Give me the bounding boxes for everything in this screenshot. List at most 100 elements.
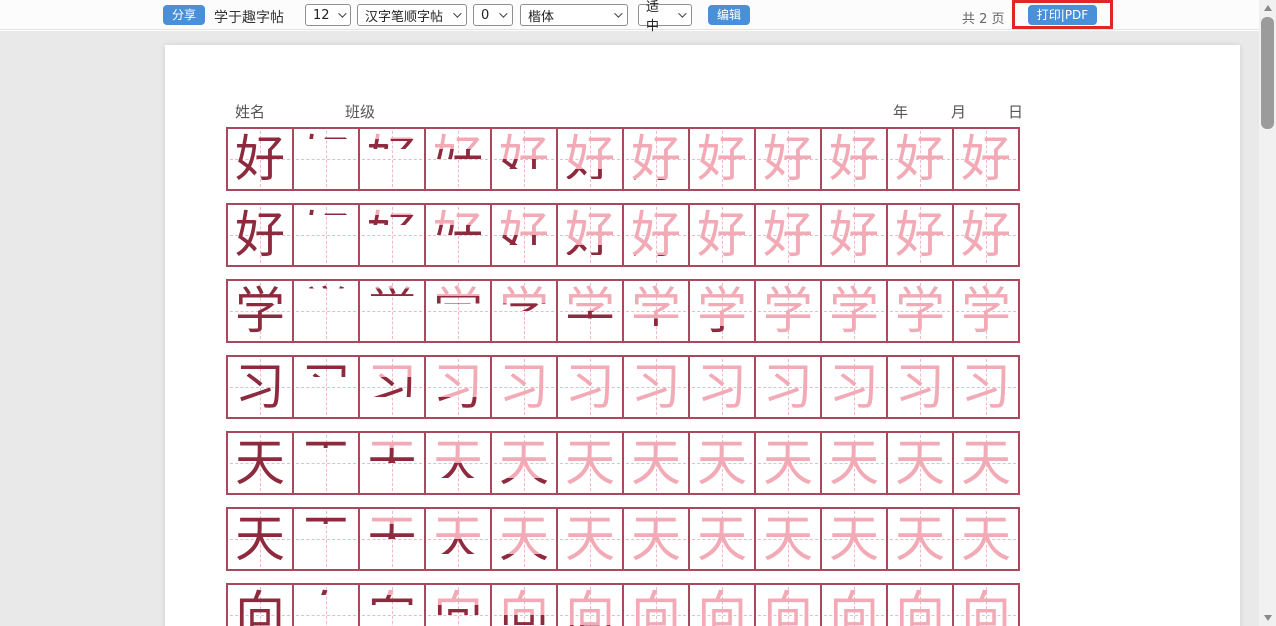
- practice-cell: 习: [490, 355, 558, 419]
- practice-cell: 好好: [622, 203, 690, 267]
- practice-row: 天天天天天天天天天天天天天天天天: [226, 431, 1020, 495]
- practice-cell: 习习: [358, 355, 426, 419]
- practice-cell: 习: [820, 355, 888, 419]
- trace-character: 天: [624, 433, 688, 493]
- practice-cell: 学学: [490, 279, 558, 343]
- trace-character: 好: [690, 205, 754, 265]
- practice-cell: 天: [556, 507, 624, 571]
- practice-cell: 学学: [556, 279, 624, 343]
- year-label: 年: [893, 101, 908, 122]
- trace-character: 天: [888, 433, 952, 493]
- stroke-progress-light: 天: [360, 433, 424, 493]
- trace-character: 天: [756, 433, 820, 493]
- share-button[interactable]: 分享: [163, 5, 205, 25]
- chevron-down-icon: [499, 9, 507, 17]
- practice-cell: 天: [754, 507, 822, 571]
- practice-cell: 天天: [490, 431, 558, 495]
- practice-cell: 习习: [424, 355, 492, 419]
- trace-character: 学: [822, 281, 886, 341]
- practice-cell: 向: [820, 583, 888, 626]
- practice-cell: 天天: [292, 431, 360, 495]
- stroke-progress-light: 好: [360, 205, 424, 265]
- trace-character: 天: [756, 509, 820, 569]
- practice-cell: 向向: [358, 583, 426, 626]
- select-template-type-value: 汉字笔顺字帖: [365, 6, 443, 25]
- trace-character: 好: [954, 205, 1018, 265]
- practice-cell: 习: [688, 355, 756, 419]
- class-label: 班级: [345, 101, 375, 122]
- stroke-progress-light: 好: [360, 129, 424, 189]
- practice-cell: 天: [622, 431, 690, 495]
- trace-character: 向: [954, 585, 1018, 626]
- select-blank-count[interactable]: 0: [473, 4, 513, 26]
- practice-cell: 天天: [490, 507, 558, 571]
- practice-row: 好好好好好好好好好好好好好好好好好好: [226, 203, 1020, 267]
- practice-cell: 好好: [622, 127, 690, 191]
- practice-cell: 天: [688, 431, 756, 495]
- select-font-size-value: 12: [313, 8, 330, 23]
- edit-button[interactable]: 编辑: [708, 5, 750, 25]
- stroke-progress-light: 好: [426, 205, 490, 265]
- example-character: 习: [228, 357, 292, 417]
- practice-row: 向向向向向向向向向向向向向向向向向向: [226, 583, 1020, 626]
- practice-cell: 学: [820, 279, 888, 343]
- stroke-progress-current: 天: [294, 509, 358, 569]
- example-character: 学: [228, 281, 292, 341]
- practice-cell: 好好: [490, 127, 558, 191]
- practice-cell: 好: [952, 203, 1020, 267]
- stroke-progress-light: 学: [294, 281, 358, 341]
- content-area: 姓名 班级 年 月 日 好好好好好好好好好好好好好好好好好好好好好好好好好好好好…: [0, 31, 1276, 626]
- stroke-progress-current: 学: [294, 281, 358, 341]
- stroke-progress-light: 好: [426, 129, 490, 189]
- practice-cell: 习: [556, 355, 624, 419]
- practice-cell: 向向: [556, 583, 624, 626]
- practice-cell: 好: [754, 127, 822, 191]
- practice-cell: 习习: [292, 355, 360, 419]
- example-character: 天: [228, 433, 292, 493]
- chevron-down-icon: [678, 9, 686, 17]
- practice-row: 好好好好好好好好好好好好好好好好好好: [226, 127, 1020, 191]
- trace-character: 向: [822, 585, 886, 626]
- practice-grid: 好好好好好好好好好好好好好好好好好好好好好好好好好好好好好好好好好好好好学学学学…: [226, 127, 1020, 626]
- print-pdf-button[interactable]: 打印|PDF: [1028, 5, 1097, 25]
- month-label: 月: [951, 101, 966, 122]
- trace-character: 好: [756, 205, 820, 265]
- select-blank-count-value: 0: [481, 8, 489, 23]
- practice-cell: 好: [886, 127, 954, 191]
- trace-character: 天: [558, 509, 622, 569]
- stroke-progress-light: 好: [558, 129, 622, 189]
- scroll-up-arrow-icon[interactable]: [1259, 0, 1276, 16]
- trace-character: 天: [558, 433, 622, 493]
- example-character: 好: [228, 129, 292, 189]
- example-character: 好: [228, 205, 292, 265]
- practice-cell: 好好: [556, 127, 624, 191]
- practice-cell: 好: [688, 203, 756, 267]
- chevron-down-icon: [614, 9, 622, 17]
- trace-character: 习: [822, 357, 886, 417]
- scrollbar-thumb[interactable]: [1261, 17, 1274, 129]
- practice-cell: 天: [820, 507, 888, 571]
- select-template-type[interactable]: 汉字笔顺字帖: [357, 4, 467, 26]
- practice-cell: 好好: [292, 127, 360, 191]
- select-font-size[interactable]: 12: [305, 4, 351, 26]
- practice-cell: 向: [226, 583, 294, 626]
- trace-character: 向: [756, 585, 820, 626]
- trace-character: 习: [954, 357, 1018, 417]
- practice-cell: 天天: [424, 431, 492, 495]
- practice-cell: 好好: [358, 127, 426, 191]
- select-spacing[interactable]: 适中: [638, 4, 692, 26]
- stroke-progress-current: 向: [294, 585, 358, 626]
- practice-cell: 学学: [622, 279, 690, 343]
- practice-cell: 向: [952, 583, 1020, 626]
- stroke-progress-current: 学: [360, 281, 424, 341]
- stroke-progress-current: 好: [294, 129, 358, 189]
- select-font-style[interactable]: 楷体: [520, 4, 628, 26]
- stroke-progress-light: 天: [360, 509, 424, 569]
- scrollbar[interactable]: [1259, 0, 1276, 626]
- scroll-down-arrow-icon[interactable]: [1259, 610, 1276, 626]
- trace-character: 习: [558, 357, 622, 417]
- trace-character: 好: [822, 205, 886, 265]
- select-font-style-value: 楷体: [528, 6, 554, 25]
- practice-cell: 向: [886, 583, 954, 626]
- practice-cell: 天: [226, 507, 294, 571]
